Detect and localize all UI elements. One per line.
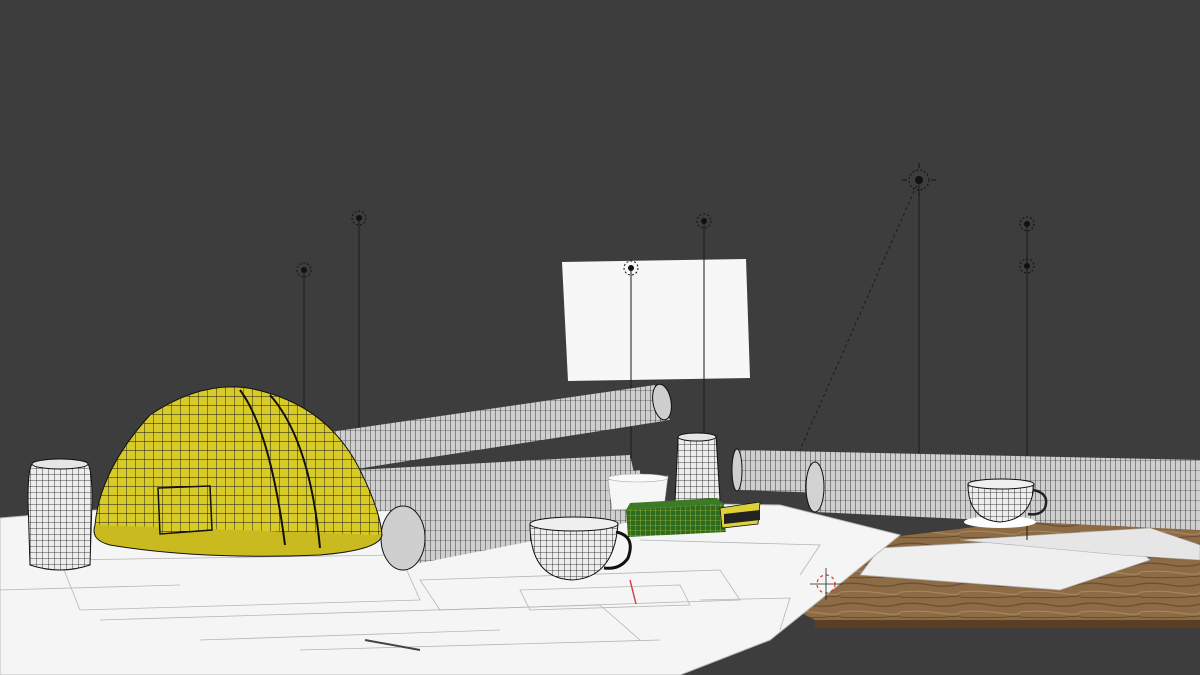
3d-viewport[interactable] (0, 0, 1200, 675)
green-box[interactable] (626, 498, 726, 537)
light-helper-icons[interactable] (296, 163, 1035, 278)
reference-card[interactable] (562, 259, 750, 381)
pencil-holder[interactable] (674, 432, 721, 503)
hard-hat[interactable] (93, 386, 383, 557)
wireframe-scene[interactable] (0, 0, 1200, 675)
pencil-holder[interactable] (27, 458, 93, 571)
